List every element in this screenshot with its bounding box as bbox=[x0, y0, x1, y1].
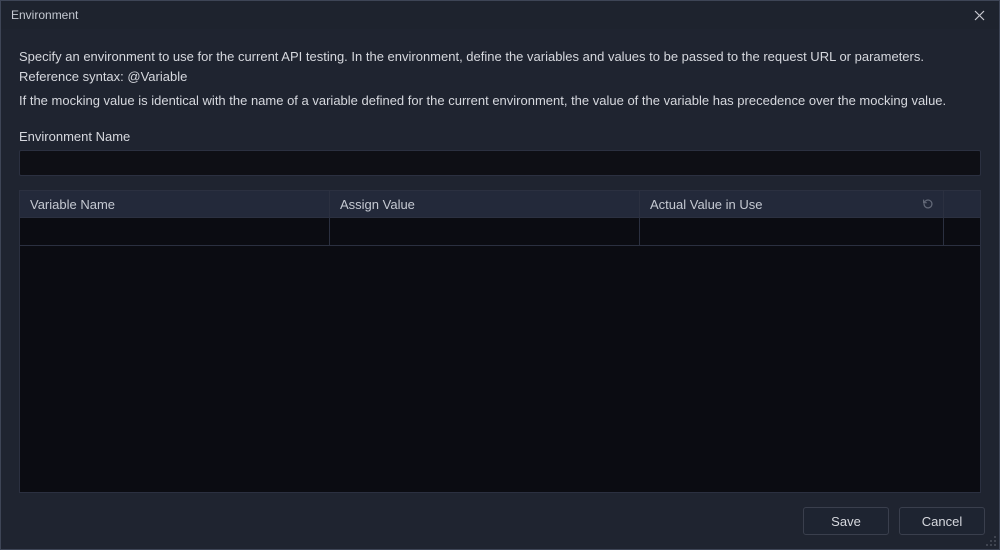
column-header-actions bbox=[944, 191, 980, 217]
variables-table: Variable Name Assign Value Actual Value … bbox=[19, 190, 981, 493]
table-empty-area bbox=[19, 246, 981, 493]
column-header-variable-name[interactable]: Variable Name bbox=[20, 191, 330, 217]
environment-dialog: Environment Specify an environment to us… bbox=[0, 0, 1000, 550]
column-header-actual-value[interactable]: Actual Value in Use bbox=[640, 191, 944, 217]
dialog-content: Specify an environment to use for the cu… bbox=[1, 29, 999, 493]
description-text-2: If the mocking value is identical with t… bbox=[19, 91, 981, 111]
cell-assign-value[interactable] bbox=[330, 218, 640, 245]
environment-name-label: Environment Name bbox=[19, 129, 981, 144]
table-row[interactable] bbox=[19, 218, 981, 246]
environment-name-input[interactable] bbox=[19, 150, 981, 176]
reset-icon[interactable] bbox=[921, 197, 935, 211]
cell-actual-value[interactable] bbox=[640, 218, 944, 245]
save-button[interactable]: Save bbox=[803, 507, 889, 535]
cell-variable-name[interactable] bbox=[20, 218, 330, 245]
table-header-row: Variable Name Assign Value Actual Value … bbox=[19, 190, 981, 218]
column-header-assign-value[interactable]: Assign Value bbox=[330, 191, 640, 217]
column-header-actual-value-label: Actual Value in Use bbox=[650, 197, 763, 212]
cell-actions[interactable] bbox=[944, 218, 980, 245]
close-icon bbox=[974, 10, 985, 21]
description-text-1: Specify an environment to use for the cu… bbox=[19, 47, 981, 87]
cancel-button[interactable]: Cancel bbox=[899, 507, 985, 535]
close-button[interactable] bbox=[959, 1, 999, 29]
title-bar: Environment bbox=[1, 1, 999, 29]
window-title: Environment bbox=[11, 8, 78, 22]
dialog-footer: Save Cancel bbox=[1, 493, 999, 549]
resize-grip-icon[interactable] bbox=[985, 535, 997, 547]
